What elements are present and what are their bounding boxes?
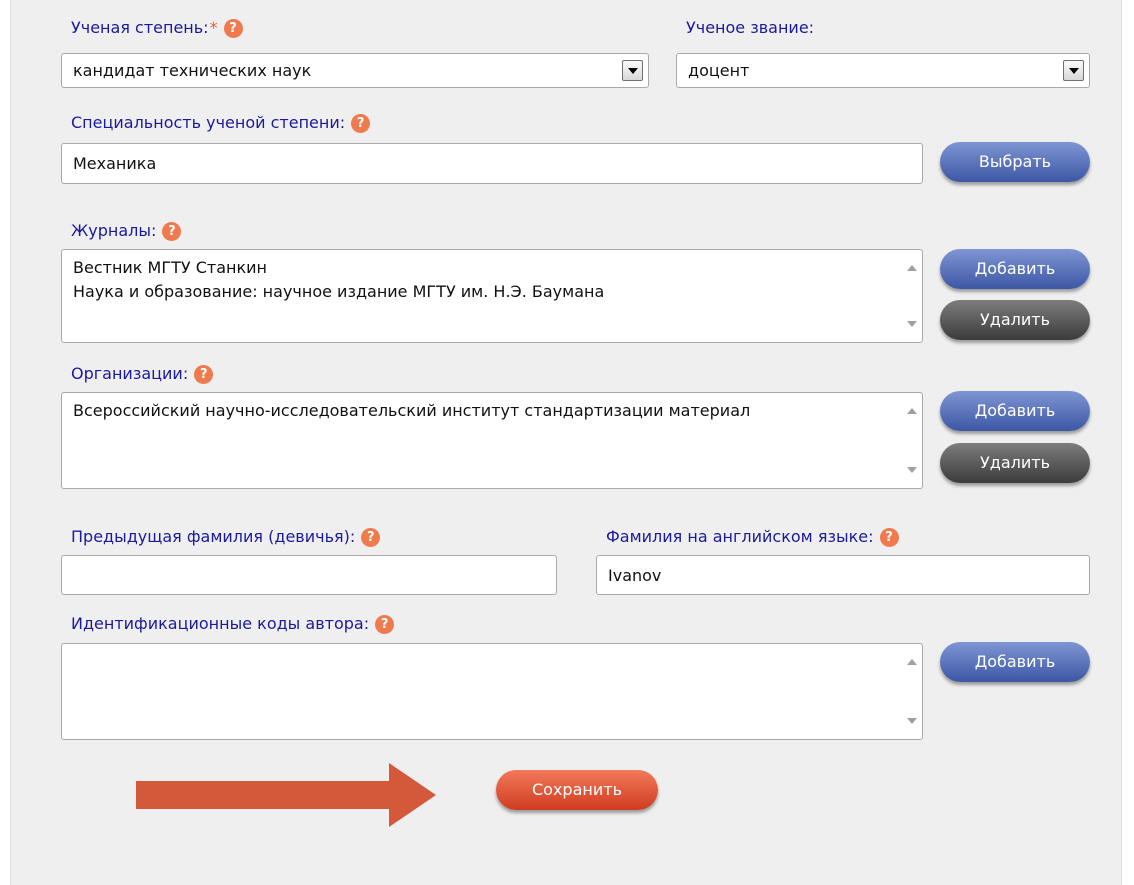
scroll-up-icon[interactable]	[907, 659, 917, 665]
author-ids-list[interactable]	[61, 643, 923, 740]
add-author-id-button[interactable]: Добавить	[940, 642, 1090, 682]
scroll-down-icon[interactable]	[907, 321, 917, 327]
chevron-down-icon[interactable]	[622, 60, 643, 81]
maiden-name-input[interactable]	[61, 555, 557, 595]
scroll-down-icon[interactable]	[907, 467, 917, 473]
english-surname-label: Фамилия на английском языке:?	[606, 527, 899, 547]
organizations-items: Всероссийский научно-исследовательский и…	[73, 399, 882, 423]
chevron-down-icon[interactable]	[1063, 60, 1084, 81]
scroll-up-icon[interactable]	[907, 408, 917, 414]
right-arrow-icon	[136, 763, 436, 827]
scroll-down-icon[interactable]	[907, 718, 917, 724]
author-ids-label: Идентификационные коды автора:?	[71, 614, 395, 634]
specialty-label: Специальность ученой степени:?	[71, 113, 371, 133]
remove-journal-button[interactable]: Удалить	[940, 300, 1090, 340]
journals-list[interactable]: Вестник МГТУ Станкин Наука и образование…	[61, 249, 923, 343]
degree-select[interactable]: кандидат технических наук	[61, 53, 649, 88]
scroll-up-icon[interactable]	[907, 265, 917, 271]
journals-items: Вестник МГТУ Станкин Наука и образование…	[73, 256, 882, 304]
organizations-scrollbar[interactable]	[902, 394, 921, 487]
add-journal-button[interactable]: Добавить	[940, 249, 1090, 289]
choose-specialty-button[interactable]: Выбрать	[940, 142, 1090, 182]
organization-item[interactable]: Всероссийский научно-исследовательский и…	[73, 399, 882, 423]
save-button[interactable]: Сохранить	[496, 770, 658, 810]
help-icon[interactable]: ?	[194, 364, 214, 384]
author-ids-scrollbar[interactable]	[902, 645, 921, 738]
profile-form-panel: Ученая степень: *? Ученое звание: кандида…	[10, 0, 1122, 885]
degree-label: Ученая степень: *?	[71, 18, 243, 38]
add-organization-button[interactable]: Добавить	[940, 391, 1090, 431]
journal-item[interactable]: Вестник МГТУ Станкин	[73, 256, 882, 280]
organizations-list[interactable]: Всероссийский научно-исследовательский и…	[61, 392, 923, 489]
help-icon[interactable]: ?	[879, 527, 899, 547]
specialty-input[interactable]	[61, 143, 923, 184]
arrow-shape	[136, 763, 436, 827]
required-mark: *	[209, 18, 218, 37]
maiden-name-label: Предыдущая фамилия (девичья):?	[71, 527, 381, 547]
english-surname-input[interactable]	[596, 555, 1090, 595]
organizations-label: Организации:?	[71, 364, 214, 384]
journals-scrollbar[interactable]	[902, 251, 921, 341]
help-icon[interactable]: ?	[162, 221, 182, 241]
help-icon[interactable]: ?	[223, 18, 243, 38]
help-icon[interactable]: ?	[351, 113, 371, 133]
title-select[interactable]: доцент	[676, 53, 1090, 88]
help-icon[interactable]: ?	[375, 614, 395, 634]
title-label: Ученое звание:	[686, 18, 815, 37]
remove-organization-button[interactable]: Удалить	[940, 443, 1090, 483]
journals-label: Журналы:?	[71, 221, 182, 241]
journal-item[interactable]: Наука и образование: научное издание МГТ…	[73, 280, 882, 304]
help-icon[interactable]: ?	[361, 527, 381, 547]
